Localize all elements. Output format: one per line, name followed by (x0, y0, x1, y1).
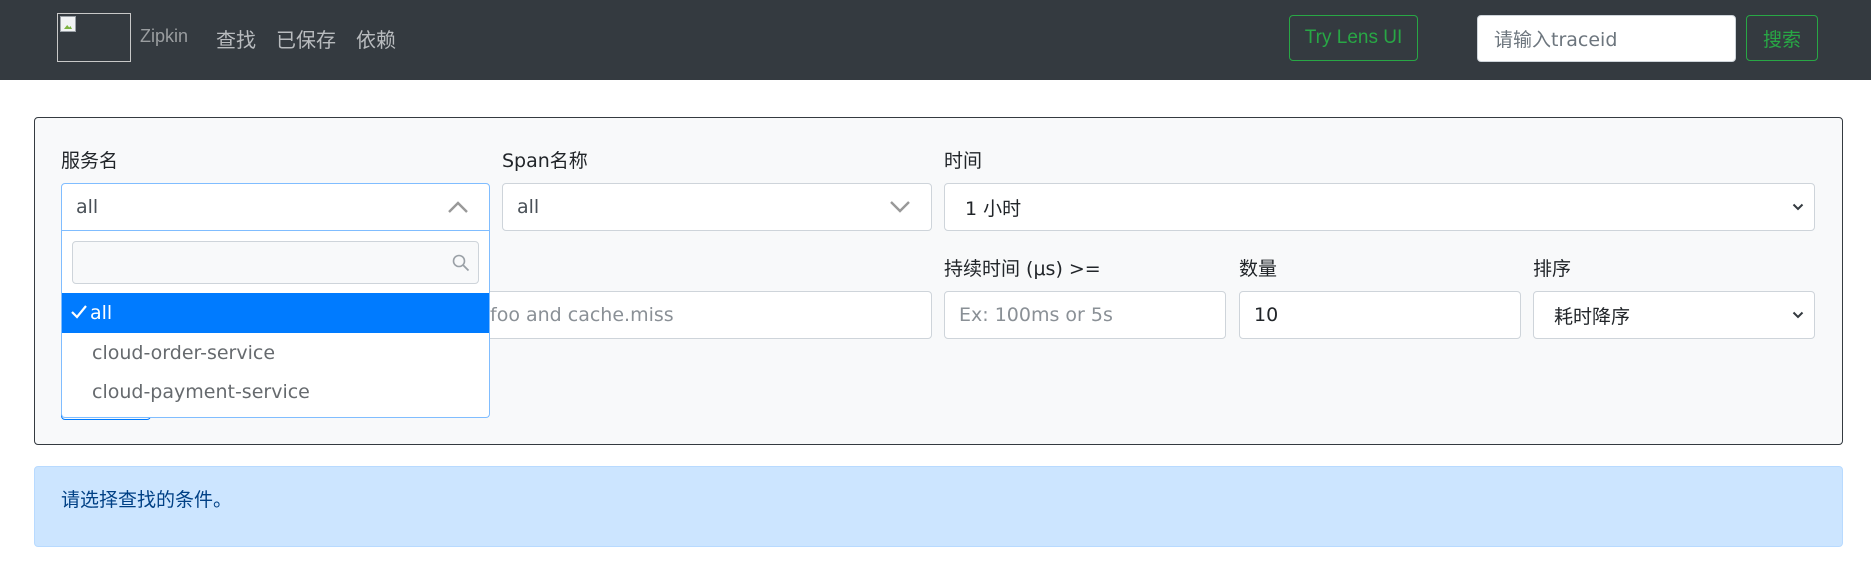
time-select[interactable]: 1 小时 (944, 183, 1815, 231)
option-label: cloud-payment-service (92, 381, 310, 403)
search-button[interactable]: 搜索 (1746, 15, 1818, 61)
sort-value: 耗时降序 (1554, 305, 1631, 328)
sort-select[interactable]: 耗时降序 (1533, 291, 1815, 339)
dropdown-search-input[interactable] (72, 241, 479, 284)
try-lens-ui-button[interactable]: Try Lens UI (1289, 15, 1418, 61)
time-label: 时间 (944, 150, 983, 172)
span-name-label: Span名称 (502, 150, 588, 172)
option-label: all (90, 302, 113, 324)
limit-label: 数量 (1239, 258, 1278, 280)
service-name-label: 服务名 (61, 150, 119, 172)
duration-label: 持续时间 (μs) >= (944, 258, 1101, 280)
broken-image-icon (60, 16, 76, 32)
dropdown-option-cloud-payment-service[interactable]: cloud-payment-service (62, 372, 489, 412)
span-name-value: all (517, 196, 540, 218)
service-name-dropdown: all cloud-order-service cloud-payment-se… (61, 231, 490, 418)
traceid-placeholder: 请输入traceid (1494, 29, 1618, 51)
dropdown-option-cloud-order-service[interactable]: cloud-order-service (62, 333, 489, 373)
traceid-input[interactable]: 请输入traceid (1477, 15, 1736, 62)
chevron-down-icon (1792, 311, 1804, 319)
search-icon (452, 254, 470, 272)
duration-placeholder: Ex: 100ms or 5s (959, 304, 1113, 326)
limit-value: 10 (1254, 304, 1279, 326)
top-navbar: Zipkin 查找 已保存 依赖 Try Lens UI 请输入traceid … (0, 0, 1871, 80)
sort-label: 排序 (1533, 258, 1572, 280)
checkmark-icon (71, 305, 87, 319)
time-value: 1 小时 (965, 197, 1022, 220)
chevron-up-icon (448, 201, 468, 213)
nav-link-find[interactable]: 查找 (216, 24, 256, 53)
chevron-down-icon (1792, 203, 1804, 211)
option-label: cloud-order-service (92, 342, 276, 364)
nav-link-saved[interactable]: 已保存 (276, 24, 336, 53)
annotations-placeholder: foo and cache.miss (490, 304, 674, 326)
logo-image[interactable] (57, 13, 131, 62)
alert-text: 请选择查找的条件。 (61, 489, 233, 511)
chevron-down-icon (890, 201, 910, 213)
nav-link-dependencies[interactable]: 依赖 (356, 24, 396, 53)
dropdown-option-all[interactable]: all (62, 293, 489, 333)
limit-input[interactable]: 10 (1239, 291, 1521, 339)
service-name-value: all (76, 196, 99, 218)
brand-name[interactable]: Zipkin (140, 26, 188, 47)
info-alert: 请选择查找的条件。 (34, 466, 1843, 547)
service-name-select[interactable]: all (61, 183, 490, 231)
nav-links: 查找 已保存 依赖 (216, 24, 416, 53)
span-name-select[interactable]: all (502, 183, 932, 231)
duration-input[interactable]: Ex: 100ms or 5s (944, 291, 1226, 339)
